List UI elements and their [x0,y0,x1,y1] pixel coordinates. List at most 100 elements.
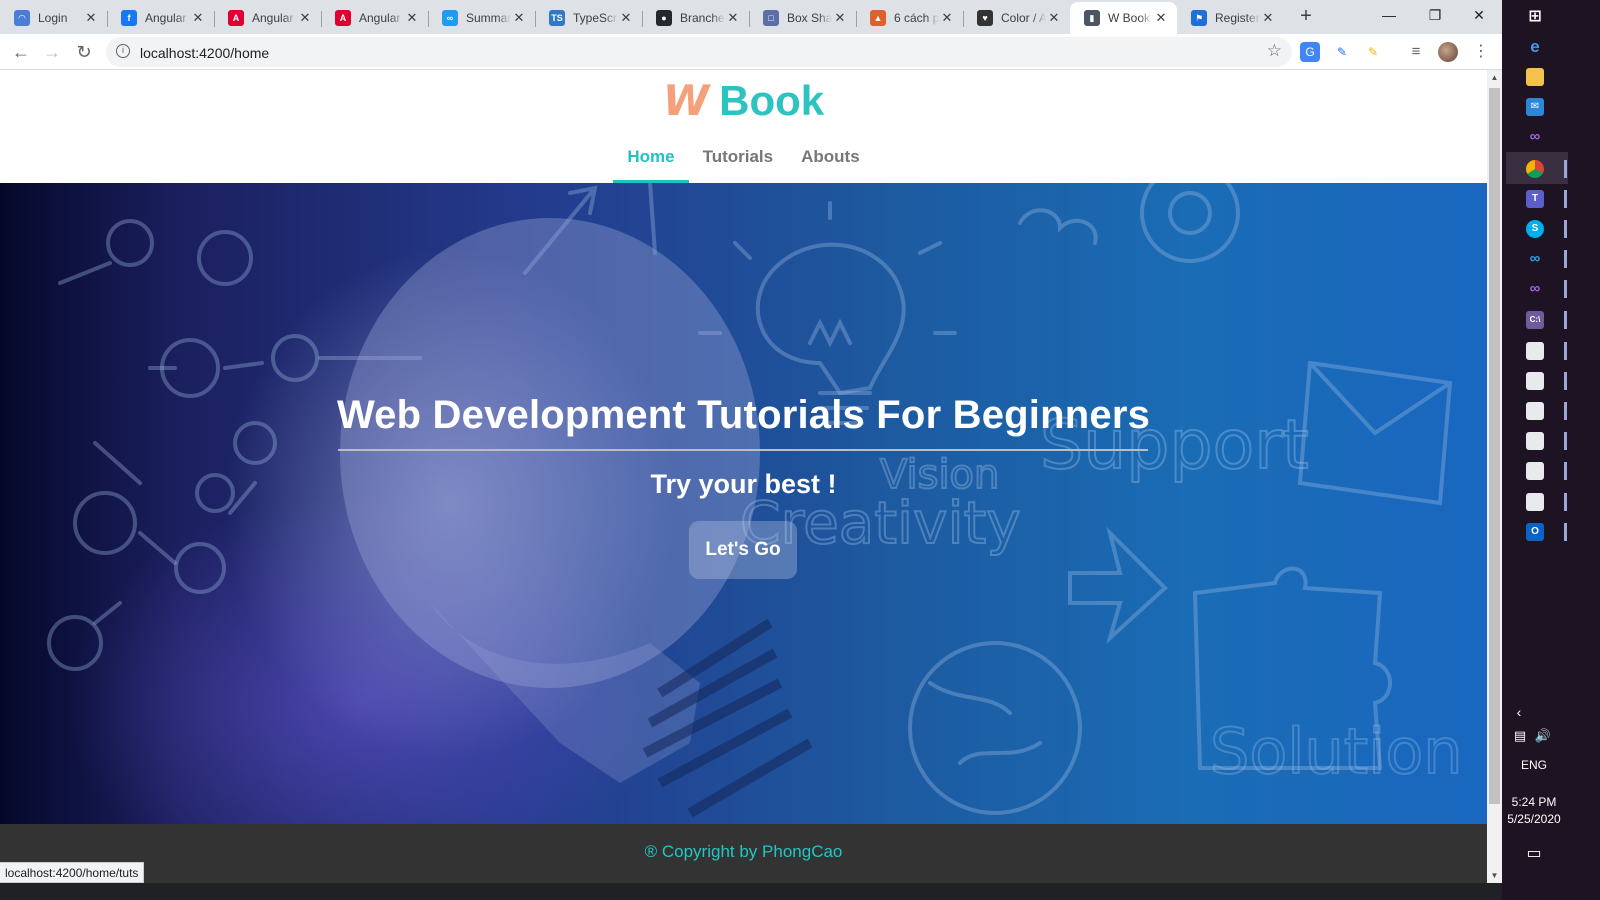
nav-abouts[interactable]: Abouts [787,144,874,183]
page-icon: □ [763,10,779,26]
tab-close-icon[interactable]: ✕ [511,10,527,26]
reload-button[interactable]: ↻ [70,38,98,66]
restore-button[interactable]: ❐ [1412,0,1458,30]
tab-3[interactable]: A Angular ✕ [321,2,428,34]
scroll-up-arrow[interactable]: ▲ [1487,70,1502,85]
vscode-icon: ∞ [442,10,458,26]
tab-5[interactable]: TS TypeScr ✕ [535,2,642,34]
clock-time[interactable]: 5:24 PM [1502,795,1566,809]
network-icon[interactable]: ▤ [1510,728,1530,744]
outlook-icon[interactable]: O [1526,523,1567,541]
book-icon: ▮ [1084,10,1100,26]
close-window-button[interactable]: ✕ [1456,0,1502,30]
file-explorer-icon[interactable] [1526,68,1544,86]
tab-close-icon[interactable]: ✕ [297,10,313,26]
hero-subtitle: Try your best ! [650,469,837,499]
volume-icon[interactable]: 🔊 [1532,728,1554,744]
lets-go-button[interactable]: Let's Go [689,521,797,579]
tab-close-icon[interactable]: ✕ [1153,10,1169,26]
tab-title: Angular [252,11,294,25]
facebook-icon: f [121,10,137,26]
tab-close-icon[interactable]: ✕ [404,10,420,26]
tab-close-icon[interactable]: ✕ [1046,10,1062,26]
nav-home[interactable]: Home [613,144,689,183]
window-app-5-icon[interactable] [1526,462,1567,480]
window-app-1-icon[interactable] [1526,342,1567,360]
site-logo[interactable]: W Book [0,76,1487,125]
browser-menu-icon[interactable]: ⋮ [1471,42,1491,62]
skype-icon[interactable]: S [1526,220,1567,238]
colorful-icon: ▲ [870,10,886,26]
tab-close-icon[interactable]: ✕ [832,10,848,26]
site-info-icon[interactable]: i [116,44,130,58]
hero-background-illustration: Support Vision Creativity Solution [47,183,1464,818]
tab-11[interactable]: ⚑ Register ✕ [1177,2,1284,34]
tab-8[interactable]: ▲ 6 cách p ✕ [856,2,963,34]
tab-close-icon[interactable]: ✕ [725,10,741,26]
action-center-icon[interactable]: ▭ [1522,843,1546,863]
tab-close-icon[interactable]: ✕ [1260,10,1276,26]
tab-10[interactable]: ▮ W Book ✕ [1070,2,1177,34]
loading-icon: ◠ [14,10,30,26]
nav-tutorials[interactable]: Tutorials [689,144,788,183]
tab-2[interactable]: A Angular ✕ [214,2,321,34]
github-icon: ● [656,10,672,26]
page-scrollbar[interactable]: ▲ ▼ [1487,70,1502,883]
visual-studio-icon[interactable]: ∞ [1526,128,1544,146]
tab-title: 6 cách p [894,11,939,25]
window-app-2-icon[interactable] [1526,372,1567,390]
tab-close-icon[interactable]: ✕ [939,10,955,26]
tab-9[interactable]: ♥ Color / A ✕ [963,2,1070,34]
mail-icon[interactable]: ✉ [1526,98,1544,116]
translate-extension-icon[interactable]: G [1300,42,1320,62]
chrome-icon[interactable] [1526,160,1567,178]
language-indicator[interactable]: ENG [1502,758,1566,772]
profile-avatar[interactable] [1438,42,1458,62]
window-app-6-icon[interactable] [1526,493,1567,511]
address-url: localhost:4200/home [140,45,270,61]
tab-6[interactable]: ● Branche ✕ [642,2,749,34]
minimize-button[interactable]: — [1366,0,1412,30]
tab-title: Branche [680,11,725,25]
scroll-thumb[interactable] [1489,88,1500,804]
browser-toolbar: ← → ↻ i localhost:4200/home ☆ G ✎ ✎ ≡ ⋮ [0,34,1502,70]
browser-window: ◠ Login ✕ f Angular ✕ A Angular ✕ A Angular ✕ ∞ Summa… [0,0,1502,70]
tab-title: Box Sha [787,11,832,25]
window-app-4-icon[interactable] [1526,432,1567,450]
highlighter-extension-icon[interactable]: ✎ [1363,42,1383,62]
address-bar[interactable]: i localhost:4200/home ☆ [106,37,1292,67]
logo-w-mark: W [662,76,710,125]
scroll-down-arrow[interactable]: ▼ [1487,868,1502,883]
edge-icon[interactable]: e [1526,38,1544,56]
tab-7[interactable]: □ Box Sha ✕ [749,2,856,34]
start-windows-icon[interactable]: ⊞ [1526,8,1544,26]
tab-close-icon[interactable]: ✕ [83,10,99,26]
tab-title: W Book [1108,11,1151,25]
visual-studio-2-icon[interactable]: ∞ [1526,280,1567,298]
tab-0[interactable]: ◠ Login ✕ [0,2,107,34]
copyright-text: ® Copyright by PhongCao [645,842,843,862]
hero-divider [338,449,1148,451]
tab-title: Color / A [1001,11,1046,25]
new-tab-button[interactable]: + [1292,3,1320,31]
tab-title: Login [38,11,68,25]
clock-date[interactable]: 5/25/2020 [1502,812,1566,826]
media-controls-icon[interactable]: ≡ [1406,42,1426,62]
window-app-3-icon[interactable] [1526,402,1567,420]
back-button[interactable]: ← [7,38,35,66]
tab-close-icon[interactable]: ✕ [618,10,634,26]
web-page: W Book Home Tutorials Abouts Support Vis… [0,70,1487,883]
tab-close-icon[interactable]: ✕ [190,10,206,26]
tab-title: Register [1215,11,1260,25]
show-hidden-icons-chevron-icon[interactable]: ‹ [1512,704,1526,720]
teams-icon[interactable]: T [1526,190,1567,208]
terminal-icon[interactable]: C:\ [1526,311,1567,329]
tab-4[interactable]: ∞ Summar ✕ [428,2,535,34]
tab-1[interactable]: f Angular ✕ [107,2,214,34]
flag-icon: ⚑ [1191,10,1207,26]
bookmark-star-icon[interactable]: ☆ [1267,41,1282,61]
forward-button[interactable]: → [38,38,66,66]
site-header: W Book Home Tutorials Abouts [0,70,1487,183]
pen-extension-icon[interactable]: ✎ [1332,42,1352,62]
vscode-icon[interactable]: ∞ [1526,250,1567,268]
